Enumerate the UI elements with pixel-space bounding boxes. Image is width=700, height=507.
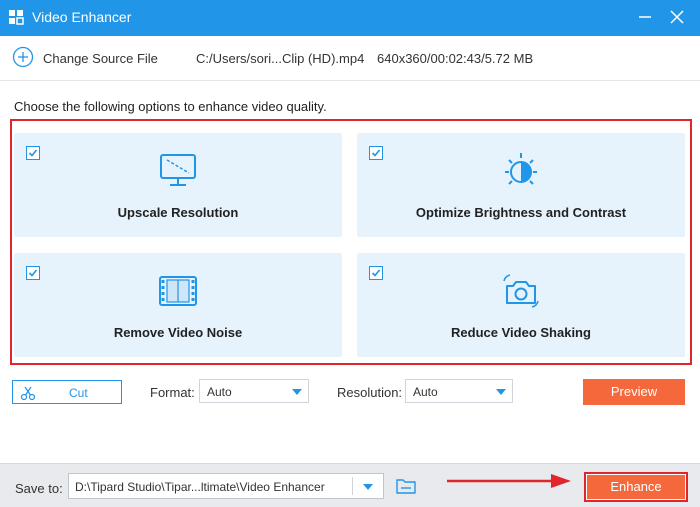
- format-label: Format:: [150, 385, 195, 400]
- source-file-row: Change Source File C:/Users/sori...Clip …: [0, 36, 700, 81]
- option-upscale-resolution[interactable]: Upscale Resolution: [14, 133, 342, 237]
- check-icon: [28, 149, 38, 157]
- save-path-value: D:\Tipard Studio\Tipar...ltimate\Video E…: [75, 480, 325, 494]
- checkbox-noise[interactable]: [26, 266, 40, 280]
- film-noise-icon: [159, 276, 197, 306]
- resolution-label: Resolution:: [337, 385, 403, 400]
- monitor-upscale-icon: [160, 154, 196, 186]
- title-bar: Video Enhancer: [0, 0, 700, 36]
- format-value: Auto: [207, 385, 232, 399]
- option-label: Optimize Brightness and Contrast: [415, 205, 627, 220]
- option-label: Reduce Video Shaking: [451, 325, 591, 340]
- option-remove-noise[interactable]: Remove Video Noise: [14, 253, 342, 357]
- check-icon: [28, 269, 38, 277]
- format-select[interactable]: Auto: [199, 379, 309, 403]
- minimize-icon[interactable]: [634, 6, 656, 28]
- option-reduce-shaking[interactable]: Reduce Video Shaking: [357, 253, 685, 357]
- scissors-icon: [20, 386, 36, 401]
- save-path-select[interactable]: D:\Tipard Studio\Tipar...ltimate\Video E…: [68, 473, 384, 499]
- checkbox-shaking[interactable]: [369, 266, 383, 280]
- source-file-info: 640x360/00:02:43/5.72 MB: [377, 51, 534, 66]
- window-title: Video Enhancer: [32, 9, 132, 25]
- option-label: Upscale Resolution: [117, 205, 239, 220]
- folder-icon[interactable]: [395, 477, 417, 495]
- cut-button[interactable]: Cut: [12, 380, 122, 404]
- camera-stabilize-icon: [503, 274, 539, 308]
- enhance-button[interactable]: Enhance: [587, 475, 685, 499]
- app-grid-icon: [9, 10, 24, 25]
- enhance-highlight: Enhance: [584, 472, 688, 502]
- preview-button[interactable]: Preview: [583, 379, 685, 405]
- check-icon: [371, 149, 381, 157]
- add-circle-icon[interactable]: [12, 46, 34, 68]
- resolution-value: Auto: [413, 385, 438, 399]
- option-label: Remove Video Noise: [113, 325, 243, 340]
- chevron-down-icon: [292, 389, 302, 395]
- resolution-select[interactable]: Auto: [405, 379, 513, 403]
- brightness-icon: [505, 153, 537, 185]
- chevron-down-icon: [496, 389, 506, 395]
- source-file-path: C:/Users/sori...Clip (HD).mp4: [196, 51, 365, 66]
- checkbox-upscale[interactable]: [26, 146, 40, 160]
- checkbox-brightness[interactable]: [369, 146, 383, 160]
- save-to-label: Save to:: [15, 481, 63, 496]
- check-icon: [371, 269, 381, 277]
- red-arrow-annotation: [447, 474, 571, 488]
- close-icon[interactable]: [666, 6, 688, 28]
- controls-row: Cut Format: Auto Resolution: Auto Previe…: [0, 374, 700, 414]
- change-source-button[interactable]: Change Source File: [43, 51, 158, 66]
- instruction-text: Choose the following options to enhance …: [14, 99, 327, 114]
- cut-label: Cut: [69, 386, 88, 400]
- option-optimize-brightness[interactable]: Optimize Brightness and Contrast: [357, 133, 685, 237]
- chevron-down-icon: [363, 484, 373, 490]
- divider: [352, 477, 353, 495]
